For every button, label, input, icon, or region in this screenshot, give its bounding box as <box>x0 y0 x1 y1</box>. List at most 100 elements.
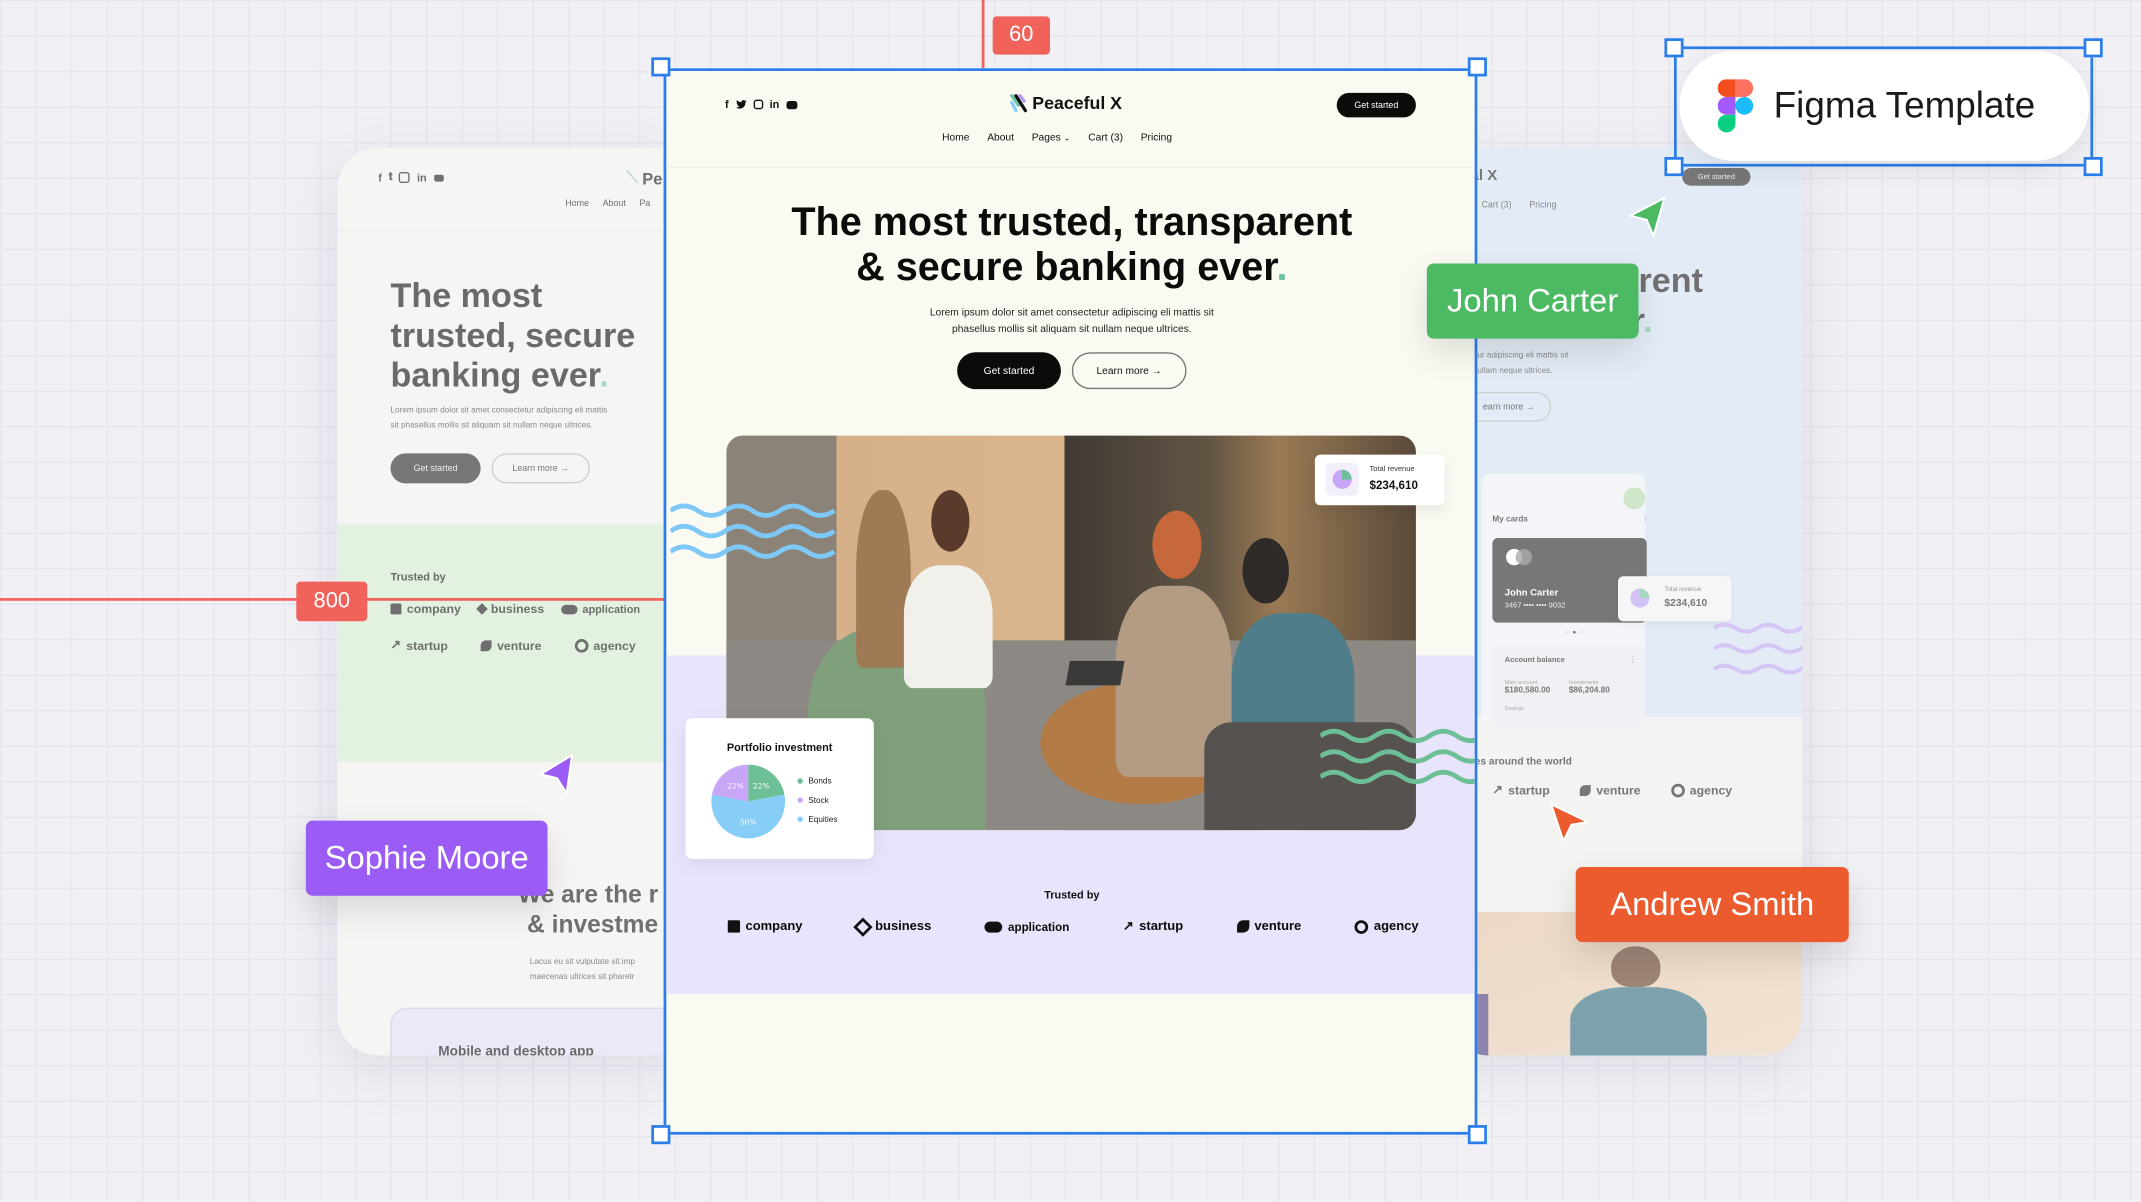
avatar[interactable] <box>1623 487 1646 510</box>
trend-up-icon: ↗ <box>1492 782 1503 797</box>
main-account-value: $180,580.00 <box>1504 686 1551 695</box>
youtube-icon[interactable] <box>786 100 798 109</box>
revenue-value: $234,610 <box>1664 596 1708 609</box>
nav-about[interactable]: About <box>987 131 1014 143</box>
hero-learn-more-button[interactable]: Learn more → <box>1071 352 1187 390</box>
badge-handle-top-right[interactable] <box>2083 38 2103 58</box>
pie-icon <box>1630 588 1650 608</box>
brand-logo: ⟍ Pe <box>627 168 663 188</box>
linkedin-icon: in <box>416 171 427 184</box>
twitter-icon: 𝐭 <box>388 170 393 183</box>
facebook-icon: f <box>378 171 382 184</box>
nav-pricing[interactable]: Pricing <box>1141 131 1172 143</box>
resize-handle-bottom-left[interactable] <box>651 1125 671 1145</box>
badge-handle-bottom-right[interactable] <box>2083 157 2103 177</box>
brand-name: Pe <box>642 168 663 188</box>
card-holder: John Carter <box>1504 588 1559 599</box>
wave-decoration <box>1713 622 1803 675</box>
logo-application: application <box>984 920 1069 933</box>
trusted-title: Trusted by <box>1044 888 1100 902</box>
section2-text: Lacus eu sit vulputate sit imp maecenas … <box>530 956 635 986</box>
nav-pricing[interactable]: Pricing <box>1529 201 1556 211</box>
headline-line: & investme <box>527 910 659 939</box>
logo-business: business <box>475 602 544 616</box>
app-card-title: Mobile and desktop app <box>438 1044 594 1056</box>
legend-item-stock: Stock <box>797 792 837 811</box>
more-options-icon[interactable]: ⋮ <box>1629 655 1637 665</box>
nav-home[interactable]: Home <box>942 131 969 143</box>
account-balance-box: Account balance ⋮ Main account $180,580.… <box>1492 645 1646 728</box>
instagram-icon[interactable] <box>753 99 763 110</box>
trusted-logos-row: company business application <box>390 602 640 616</box>
hero-subtext: ur adipiscing eli mattis sit ullam neque… <box>1477 350 1568 380</box>
nav-home[interactable]: Home <box>565 199 589 209</box>
subtext-line: Lorem ipsum dolor sit amet consectetur a… <box>929 305 1214 319</box>
headline-line: The most trusted, transparent <box>791 200 1353 245</box>
logo-business: business <box>853 916 931 937</box>
youtube-icon <box>433 174 444 181</box>
pie-label-stock: 22% <box>727 782 744 791</box>
headline-line: & secure banking ever <box>856 245 1277 290</box>
venture-icon <box>480 639 492 651</box>
resize-handle-bottom-right[interactable] <box>1467 1125 1487 1145</box>
logo-venture: venture <box>480 638 541 652</box>
get-started-button[interactable]: Get started <box>1682 167 1751 186</box>
my-cards-title: My cards <box>1492 516 1528 525</box>
badge-handle-top-left[interactable] <box>1664 38 1684 58</box>
pie-label-equities: 56% <box>740 817 757 826</box>
john-carter-cursor-icon <box>1629 196 1666 238</box>
linkedin-icon[interactable]: in <box>770 98 780 110</box>
hero-subtext: Lorem ipsum dolor sit amet consectetur a… <box>391 404 608 434</box>
hero-get-started-button[interactable]: Get started <box>957 352 1061 390</box>
more-options-icon[interactable]: ⋮ <box>1641 515 1649 524</box>
logo-startup: ↗ startup <box>1492 782 1550 797</box>
nav-cart[interactable]: Cart (3) <box>1088 131 1123 143</box>
business-icon <box>853 916 873 937</box>
agency-icon <box>1670 783 1685 797</box>
ruler-left-value: 800 <box>296 581 368 622</box>
legend-dot <box>797 778 803 784</box>
divider <box>337 229 693 231</box>
logo-startup: ↗ startup <box>1122 918 1184 934</box>
figma-badge[interactable]: Figma Template <box>1679 50 2090 162</box>
nav-about[interactable]: About <box>603 199 626 209</box>
nav-pages[interactable]: Pages ⌄ <box>1032 131 1071 143</box>
logo-venture: venture <box>1579 783 1641 797</box>
text-line: Lacus eu sit vulputate sit imp <box>529 958 635 967</box>
resize-handle-top-left[interactable] <box>651 57 671 77</box>
subtext-line: phasellus mollis sit aliquam sit nullam … <box>952 322 1192 335</box>
twitter-icon[interactable] <box>735 100 747 110</box>
nav: Home About Pa <box>565 199 650 209</box>
left-preview-card[interactable]: f 𝐭 in ⟍ Pe Home About Pa The most trust… <box>337 147 693 1056</box>
green-wave-decoration <box>1320 728 1475 785</box>
brand-logo[interactable]: Peaceful X <box>1009 93 1122 113</box>
john-carter-label: John Carter <box>1426 263 1639 339</box>
logos-row: ↗ startup venture agency <box>1492 782 1732 797</box>
legend-item-bonds: Bonds <box>797 773 837 792</box>
company-icon <box>390 603 402 615</box>
get-started-button[interactable]: Get started <box>390 453 481 484</box>
social-icons: f in <box>725 98 798 111</box>
subtext-line: ullam neque ultrices. <box>1477 367 1553 376</box>
logo-application: application <box>560 603 640 615</box>
trusted-logos-row: ↗ startup venture agency <box>391 638 636 653</box>
portfolio-legend: Bonds Stock Equities <box>797 773 837 830</box>
nav-pages[interactable]: Pa <box>639 199 650 209</box>
main-nav: Home About Pages ⌄ Cart (3) Pricing <box>942 131 1172 143</box>
resize-handle-top-right[interactable] <box>1467 57 1487 77</box>
savings-label: Savings <box>1504 704 1525 712</box>
carousel-dots[interactable] <box>1566 630 1583 634</box>
facebook-icon[interactable]: f <box>725 98 729 110</box>
frame-content: f in Peaceful X Get started Home About P… <box>666 71 1475 1132</box>
andrew-smith-label: Andrew Smith <box>1575 867 1849 943</box>
nav-cart[interactable]: Cart (3) <box>1481 201 1511 211</box>
investments-label: Investments <box>1568 678 1599 686</box>
chevron-down-icon: ⌄ <box>1063 135 1071 144</box>
ruler-top-value: 60 <box>992 16 1050 55</box>
header-get-started-button[interactable]: Get started <box>1336 92 1416 118</box>
main-frame[interactable]: f in Peaceful X Get started Home About P… <box>663 68 1478 1135</box>
hero-headline: The most trusted, secure banking ever. <box>391 277 636 396</box>
learn-more-button[interactable]: Learn more → <box>491 453 590 484</box>
badge-handle-bottom-left[interactable] <box>1664 157 1684 177</box>
trend-up-icon: ↗ <box>1122 918 1134 934</box>
